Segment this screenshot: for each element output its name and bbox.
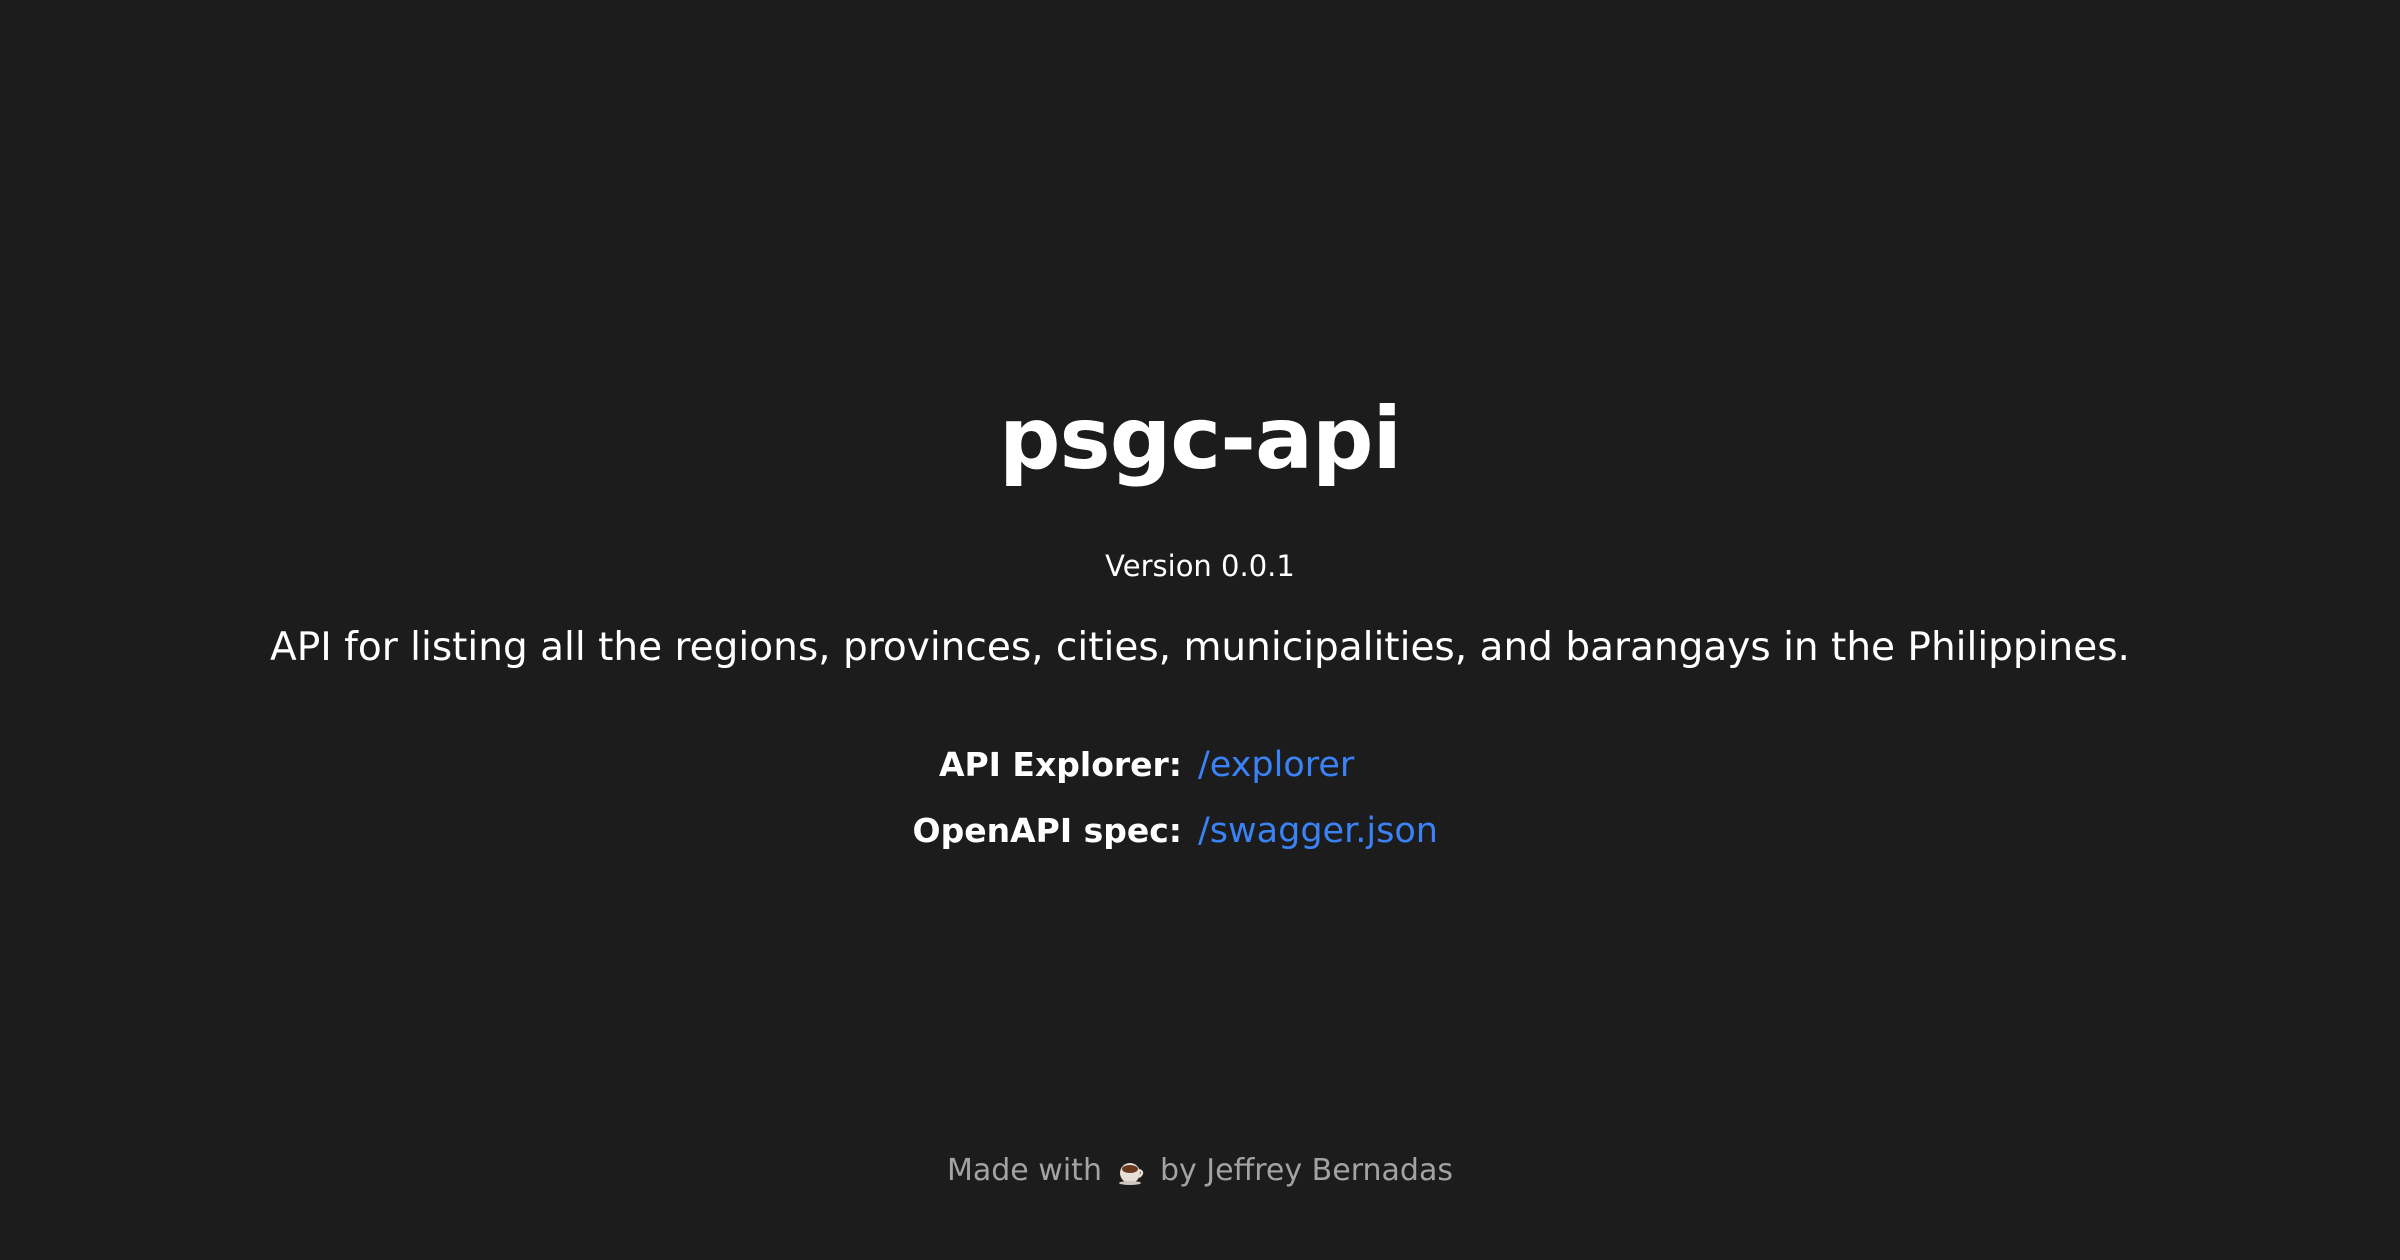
links-list: API Explorer: /explorer OpenAPI spec: /s… bbox=[0, 745, 2400, 877]
page: psgc-api Version 0.0.1 API for listing a… bbox=[0, 0, 2400, 1260]
api-description: API for listing all the regions, provinc… bbox=[270, 625, 2130, 670]
footer-prefix: Made with bbox=[947, 1153, 1102, 1188]
explorer-label: API Explorer: bbox=[938, 745, 1182, 784]
swagger-link[interactable]: /swagger.json bbox=[1198, 811, 1438, 851]
footer-suffix: by Jeffrey Bernadas bbox=[1159, 1153, 1453, 1188]
explorer-link[interactable]: /explorer bbox=[1198, 745, 1354, 785]
version-label: Version 0.0.1 bbox=[1105, 549, 1295, 583]
link-row-swagger: OpenAPI spec: /swagger.json bbox=[0, 811, 2400, 877]
link-row-explorer: API Explorer: /explorer bbox=[0, 745, 2400, 811]
page-title: psgc-api bbox=[998, 389, 1402, 489]
coffee-icon bbox=[1116, 1156, 1146, 1186]
footer: Made with by Jeffrey Bernadas bbox=[0, 1156, 2400, 1186]
swagger-label: OpenAPI spec: bbox=[912, 811, 1182, 850]
